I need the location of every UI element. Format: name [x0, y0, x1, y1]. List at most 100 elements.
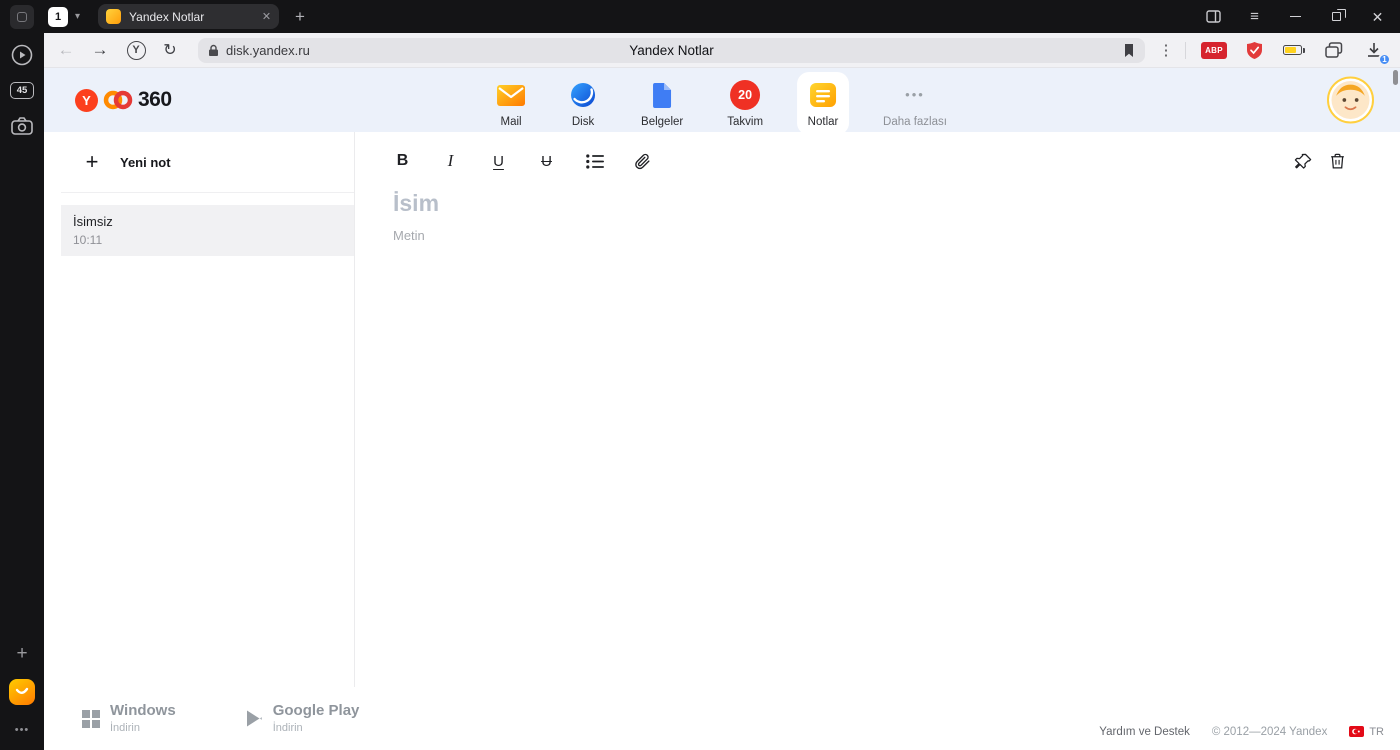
app-notes[interactable]: Notlar — [797, 72, 850, 135]
app-more[interactable]: ••• Daha fazlası — [873, 72, 957, 135]
calendar-date: 20 — [738, 88, 753, 102]
editor-toolbar: B I U U — [392, 146, 653, 176]
shield-extension-icon[interactable] — [1234, 36, 1274, 64]
browser-logo-icon[interactable] — [10, 4, 34, 29]
google-play-title: Google Play — [272, 702, 360, 720]
note-list-item[interactable]: İsimsiz 10:11 — [61, 205, 354, 256]
note-editor: B I U U İsim Metin — [356, 132, 1400, 687]
windows-download-link[interactable]: Windows İndirin — [82, 703, 176, 734]
tabs-chevron-down-icon[interactable]: ▾ — [75, 11, 80, 22]
copyright-text: © 2012—2024 Yandex — [1211, 725, 1328, 738]
window-controls: ≡ ✕ — [1206, 9, 1385, 24]
notes-list-panel: + Yeni not İsimsiz 10:11 — [61, 132, 355, 687]
speed-badge[interactable]: 45 — [10, 82, 34, 99]
plus-icon: + — [85, 149, 99, 174]
pin-button[interactable] — [1293, 149, 1314, 173]
panels-icon[interactable] — [1314, 36, 1354, 64]
tab-close-icon[interactable]: ✕ — [262, 10, 271, 23]
tab-counter-badge[interactable]: 1 — [48, 6, 68, 27]
language-selector[interactable]: TR — [1349, 726, 1384, 738]
new-note-button[interactable]: + Yeni not — [61, 132, 354, 193]
forward-button[interactable]: → — [86, 36, 114, 64]
app-mail[interactable]: Mail — [487, 72, 535, 135]
app-disk[interactable]: Disk — [559, 72, 607, 135]
address-bar[interactable]: disk.yandex.ru Yandex Notlar — [198, 37, 1145, 63]
page-title: Yandex Notlar — [629, 42, 714, 58]
speed-badge-value: 45 — [16, 85, 28, 96]
app-docs-label: Belgeler — [641, 116, 684, 128]
screenshot-icon[interactable] — [9, 114, 35, 138]
browser-side-rail: 45 + ••• — [0, 33, 44, 750]
windows-subtitle: İndirin — [110, 721, 140, 734]
app-more-label: Daha fazlası — [883, 116, 947, 128]
rings-icon — [103, 90, 133, 110]
google-play-link[interactable]: Google Play İndirin — [246, 702, 360, 734]
list-button[interactable] — [584, 149, 605, 173]
help-link[interactable]: Yardım ve Destek — [1099, 726, 1190, 738]
calendar-icon: 20 — [730, 80, 761, 110]
page-footer: Windows İndirin Google Play İndirin Yard… — [44, 687, 1400, 750]
notes-favicon — [106, 9, 122, 24]
yandex-logo-icon: Y — [75, 88, 98, 112]
note-title-input[interactable]: İsim — [393, 190, 439, 217]
downloads-button[interactable]: 1 — [1354, 36, 1394, 66]
editor-actions — [1293, 149, 1348, 173]
disk-icon — [569, 78, 597, 112]
google-play-icon — [246, 709, 263, 728]
video-play-icon[interactable] — [9, 43, 35, 67]
titlebar: 1 ▾ Yandex Notlar ✕ + ≡ ✕ — [0, 0, 1400, 33]
italic-button[interactable]: I — [440, 149, 461, 173]
rail-add-button[interactable]: + — [9, 642, 35, 666]
lock-icon — [208, 44, 219, 57]
documents-icon — [651, 78, 673, 112]
new-tab-button[interactable]: + — [289, 7, 311, 27]
bookmark-icon[interactable] — [1123, 43, 1135, 58]
app-switcher: Mail Disk Belgeler 20 Takvim Notlar ••• … — [487, 72, 957, 135]
windows-title: Windows — [110, 702, 176, 720]
browser-menu-icon[interactable]: ≡ — [1247, 9, 1262, 24]
attach-button[interactable] — [632, 149, 653, 173]
bold-button[interactable]: B — [392, 149, 413, 173]
note-body-input[interactable]: Metin — [393, 228, 425, 243]
strikethrough-button[interactable]: U — [536, 149, 557, 173]
underline-button[interactable]: U — [488, 149, 509, 173]
back-button[interactable]: ← — [52, 36, 80, 64]
minimize-button[interactable] — [1288, 9, 1303, 24]
note-title: İsimsiz — [73, 214, 113, 229]
avatar[interactable] — [1327, 76, 1374, 124]
app-mail-label: Mail — [500, 116, 522, 128]
new-note-label: Yeni not — [120, 154, 171, 170]
language-code: TR — [1369, 725, 1384, 738]
page-scrollbar[interactable] — [1393, 70, 1398, 85]
browser-toolbar: ← → Y ↻ disk.yandex.ru Yandex Notlar ⋮ A… — [44, 33, 1400, 68]
browser-tab-active[interactable]: Yandex Notlar ✕ — [98, 4, 280, 29]
delete-button[interactable] — [1327, 149, 1348, 173]
adblock-extension-icon[interactable]: ABP — [1194, 36, 1234, 64]
google-play-subtitle: İndirin — [272, 721, 303, 734]
mail-icon — [497, 78, 526, 112]
app-calendar[interactable]: 20 Takvim — [717, 72, 773, 135]
turkey-flag-icon — [1349, 726, 1365, 737]
url-text[interactable]: disk.yandex.ru — [226, 43, 310, 58]
note-time: 10:11 — [73, 233, 103, 247]
yandex-browser-icon[interactable] — [9, 679, 35, 705]
close-window-button[interactable]: ✕ — [1370, 9, 1385, 24]
notes-icon — [807, 78, 839, 112]
app-disk-label: Disk — [571, 116, 595, 128]
battery-icon[interactable] — [1274, 36, 1314, 64]
download-count-badge: 1 — [1378, 53, 1391, 66]
tab-title: Yandex Notlar — [129, 9, 205, 24]
reload-button[interactable]: ↻ — [156, 36, 184, 64]
app-notes-label: Notlar — [807, 116, 839, 128]
side-panel-icon[interactable] — [1206, 9, 1221, 24]
yandex-protect-icon[interactable]: Y — [122, 36, 150, 64]
toolbar-divider — [1185, 41, 1186, 59]
maximize-button[interactable] — [1329, 9, 1344, 24]
rail-more-icon[interactable]: ••• — [9, 718, 35, 742]
yandex-notes-page: Y 360 Mail Disk Belgeler 20 Takvim Notla… — [44, 68, 1400, 750]
app-docs[interactable]: Belgeler — [631, 72, 693, 135]
app-calendar-label: Takvim — [727, 116, 764, 128]
tab-strip: 1 ▾ Yandex Notlar ✕ + — [10, 4, 311, 29]
yandex360-logo[interactable]: Y 360 — [75, 88, 172, 112]
toolbar-more-icon[interactable]: ⋮ — [1155, 41, 1177, 59]
